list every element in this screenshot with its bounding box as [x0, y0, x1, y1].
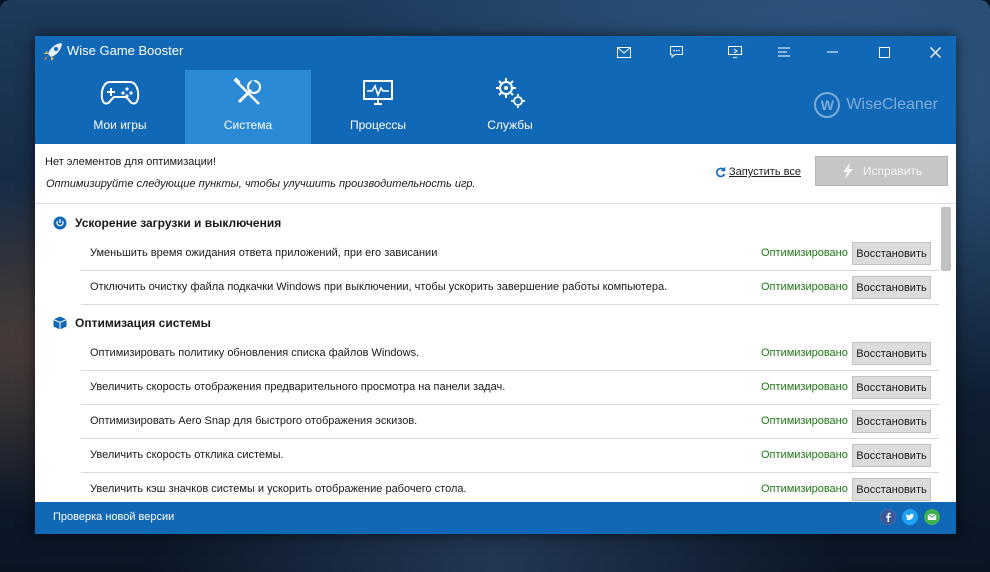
item-status: Оптимизировано: [761, 483, 848, 495]
mail-button[interactable]: [612, 41, 636, 63]
wisecleaner-logo[interactable]: W WiseCleaner: [814, 90, 938, 120]
item-text: Оптимизировать Aero Snap для быстрого от…: [90, 415, 418, 427]
run-all-link[interactable]: Запустить все: [715, 166, 801, 178]
facebook-icon: [880, 509, 896, 525]
tab-processes[interactable]: Процессы: [315, 70, 441, 144]
item-text: Увеличить скорость отображения предварит…: [90, 381, 506, 393]
item-status: Оптимизировано: [761, 449, 848, 461]
list-item: Увеличить скорость отображения предварит…: [81, 371, 939, 405]
main-nav: Мои игры Система Процессы Службы W WiseC…: [35, 70, 956, 144]
email-icon: [924, 509, 940, 525]
refresh-icon: [716, 167, 726, 177]
list-item: Отключить очистку файла подкачки Windows…: [81, 271, 939, 305]
restore-button[interactable]: Восстановить: [852, 376, 931, 399]
title-bar: Wise Game Booster: [35, 36, 956, 70]
list-item: Оптимизировать политику обновления списк…: [81, 337, 939, 371]
close-icon: [929, 46, 941, 58]
fix-button[interactable]: Исправить: [815, 156, 948, 186]
chat-icon: [669, 46, 683, 58]
restore-button[interactable]: Восстановить: [852, 242, 931, 265]
status-bar: Проверка новой версии: [35, 502, 956, 534]
screen-share-icon: [728, 46, 742, 58]
monitor-icon: [363, 80, 393, 105]
gamepad-icon: [100, 81, 140, 105]
share-button[interactable]: [723, 41, 747, 63]
tab-label: Службы: [487, 118, 533, 132]
close-button[interactable]: [923, 41, 947, 63]
twitter-button[interactable]: [902, 509, 918, 525]
lightning-icon: [842, 163, 853, 179]
restore-button[interactable]: Восстановить: [852, 342, 931, 365]
section-header: Ускорение загрузки и выключения: [53, 213, 281, 233]
app-window: Wise Game Booster Мои игры Система Проце…: [35, 36, 956, 534]
section-title: Оптимизация системы: [75, 316, 211, 330]
tab-system[interactable]: Система: [185, 70, 311, 144]
restore-button[interactable]: Восстановить: [852, 444, 931, 467]
mail-icon: [617, 46, 631, 58]
list-item: Уменьшить время ожидания ответа приложен…: [81, 237, 939, 271]
item-text: Увеличить кэш значков системы и ускорить…: [90, 483, 467, 495]
tab-my-games[interactable]: Мои игры: [57, 70, 183, 144]
item-text: Уменьшить время ожидания ответа приложен…: [90, 247, 438, 259]
power-icon: [53, 216, 67, 230]
item-status: Оптимизировано: [761, 347, 848, 359]
item-status: Оптимизировано: [761, 247, 848, 259]
info-panel: Нет элементов для оптимизации! Оптимизир…: [35, 144, 956, 204]
rocket-icon: [44, 43, 62, 61]
restore-button[interactable]: Восстановить: [852, 410, 931, 433]
item-text: Увеличить скорость отклика системы.: [90, 449, 284, 461]
brand-letter: W: [814, 92, 841, 118]
menu-icon: [778, 47, 790, 57]
scrollbar[interactable]: [941, 207, 951, 271]
item-status: Оптимизировано: [761, 381, 848, 393]
cube-icon: [53, 316, 67, 330]
tab-label: Система: [223, 118, 273, 132]
section-header: Оптимизация системы: [53, 313, 211, 333]
feedback-button[interactable]: [664, 41, 688, 63]
maximize-button[interactable]: [872, 41, 896, 63]
brand-name: WiseCleaner: [846, 96, 938, 113]
fix-button-label: Исправить: [862, 164, 923, 178]
list-item: Увеличить кэш значков системы и ускорить…: [81, 473, 939, 502]
check-update-link[interactable]: Проверка новой версии: [53, 511, 174, 523]
list-item: Увеличить скорость отклика системы. Опти…: [81, 439, 939, 473]
hint-message: Оптимизируйте следующие пункты, чтобы ул…: [46, 178, 476, 190]
restore-button[interactable]: Восстановить: [852, 478, 931, 501]
item-status: Оптимизировано: [761, 415, 848, 427]
minimize-button[interactable]: [820, 41, 844, 63]
facebook-button[interactable]: [880, 509, 896, 525]
optimization-list: Ускорение загрузки и выключения Уменьшит…: [35, 204, 956, 502]
list-item: Оптимизировать Aero Snap для быстрого от…: [81, 405, 939, 439]
maximize-icon: [878, 46, 890, 58]
item-text: Оптимизировать политику обновления списк…: [90, 347, 420, 359]
twitter-icon: [902, 509, 918, 525]
run-all-label: Запустить все: [729, 166, 801, 178]
section-title: Ускорение загрузки и выключения: [75, 216, 282, 230]
minimize-icon: [826, 51, 838, 53]
restore-button[interactable]: Восстановить: [852, 276, 931, 299]
item-text: Отключить очистку файла подкачки Windows…: [90, 281, 668, 293]
gears-icon: [496, 78, 525, 108]
tab-services[interactable]: Службы: [447, 70, 573, 144]
tools-icon: [233, 77, 261, 105]
tab-label: Мои игры: [93, 118, 147, 132]
tab-label: Процессы: [349, 118, 406, 132]
skin-button[interactable]: [772, 41, 796, 63]
email-button[interactable]: [924, 509, 940, 525]
item-status: Оптимизировано: [761, 281, 848, 293]
window-title: Wise Game Booster: [67, 43, 184, 58]
status-message: Нет элементов для оптимизации!: [45, 156, 217, 168]
